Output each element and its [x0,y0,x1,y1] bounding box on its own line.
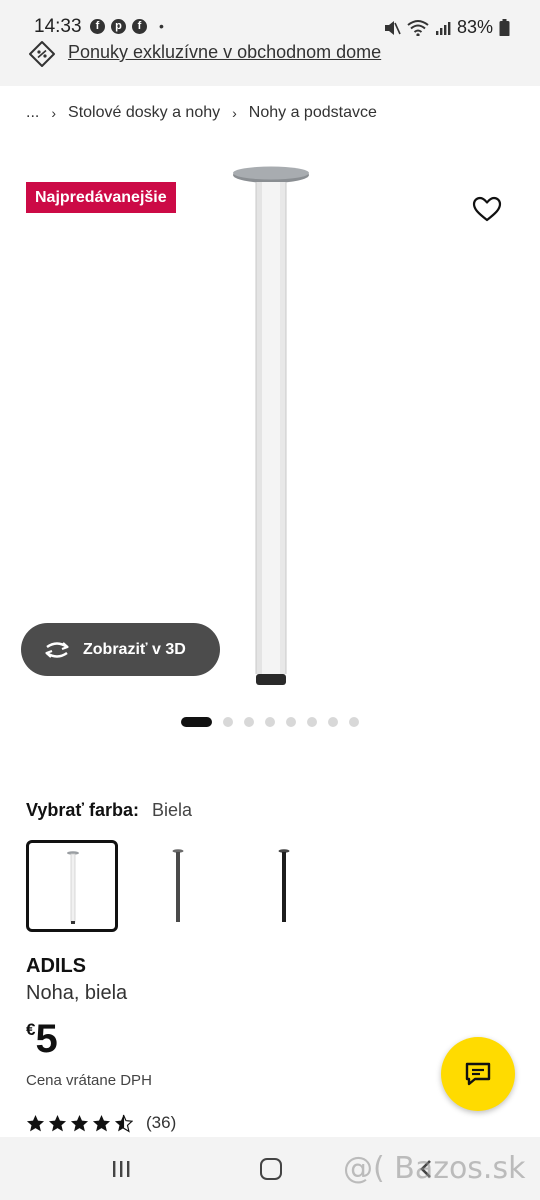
color-label: Vybrať farba: [26,800,139,820]
price-currency: € [26,1020,36,1039]
status-app-icons: f p f • [90,18,164,34]
battery-level: 83% [456,17,493,37]
chevron-right-icon: › [51,105,57,121]
dark-grey-leg-thumbnail [172,849,184,922]
bestseller-badge: Najpredávanejšie [26,182,176,213]
status-time: 14:33 [34,16,82,37]
battery-icon [499,18,510,36]
swatch-black[interactable] [238,840,330,932]
facebook-icon: f [90,18,105,34]
product-name: ADILS [26,955,86,977]
star-full-icon [92,1114,111,1131]
status-right: 83% [383,17,510,38]
star-full-icon [48,1114,67,1131]
black-leg-thumbnail [278,849,290,922]
system-navigation-bar: @( Bazos.sk [0,1137,540,1200]
star-full-icon [70,1114,89,1131]
mute-icon [384,20,401,35]
home-icon[interactable] [260,1158,282,1180]
color-value: Biela [152,800,193,820]
chevron-right-icon: › [232,105,237,121]
chat-icon [465,1062,491,1086]
rating-count: (36) [146,1113,177,1132]
color-swatches [26,840,330,932]
carousel-dot[interactable] [328,717,338,727]
chat-button[interactable] [441,1037,515,1111]
vat-note: Cena vrátane DPH [26,1072,152,1089]
favorite-heart-icon[interactable] [472,194,502,224]
product-description: Noha, biela [26,982,128,1004]
carousel-dot[interactable] [223,717,233,727]
white-leg-thumbnail [67,851,79,924]
product-rating[interactable]: (36) [26,1113,176,1133]
price-value: 5 [35,1017,58,1061]
status-more-indicator: • [159,18,164,34]
breadcrumb: ... › Stolové dosky a nohy › Nohy a pods… [26,104,377,122]
image-carousel-indicator [181,717,359,727]
facebook-icon: f [132,18,147,34]
watermark: @( Bazos.sk [343,1151,526,1186]
star-full-icon [26,1114,45,1131]
carousel-dot[interactable] [349,717,359,727]
promo-link[interactable]: Ponuky exkluzívne v obchodnom dome [68,42,381,63]
star-half-icon [114,1114,133,1133]
view-3d-label: Zobraziť v 3D [83,640,186,658]
promo-banner[interactable]: Ponuky exkluzívne v obchodnom dome [0,36,540,86]
breadcrumb-ellipsis[interactable]: ... [26,104,39,122]
product-price: € 5 [26,1016,58,1062]
carousel-dot[interactable] [244,717,254,727]
breadcrumb-item-stolove-dosky[interactable]: Stolové dosky a nohy [68,104,220,122]
swatch-dark-grey[interactable] [132,840,224,932]
color-selector-heading: Vybrať farba: Biela [26,800,192,821]
swatch-white[interactable] [26,840,118,932]
breadcrumb-item-nohy-a-podstavce[interactable]: Nohy a podstavce [249,104,377,122]
carousel-dot[interactable] [286,717,296,727]
recent-apps-icon[interactable] [111,1160,131,1178]
product-image-table-leg[interactable] [228,164,314,694]
carousel-dot[interactable] [307,717,317,727]
signal-icon [435,21,451,35]
view-3d-button[interactable]: Zobraziť v 3D [21,623,220,676]
wifi-icon [407,19,429,37]
carousel-dot[interactable] [265,717,275,727]
store-offer-icon [29,41,55,67]
rotate-3d-icon [45,641,69,658]
carousel-dot-active[interactable] [181,717,212,727]
pinterest-icon: p [111,18,126,34]
